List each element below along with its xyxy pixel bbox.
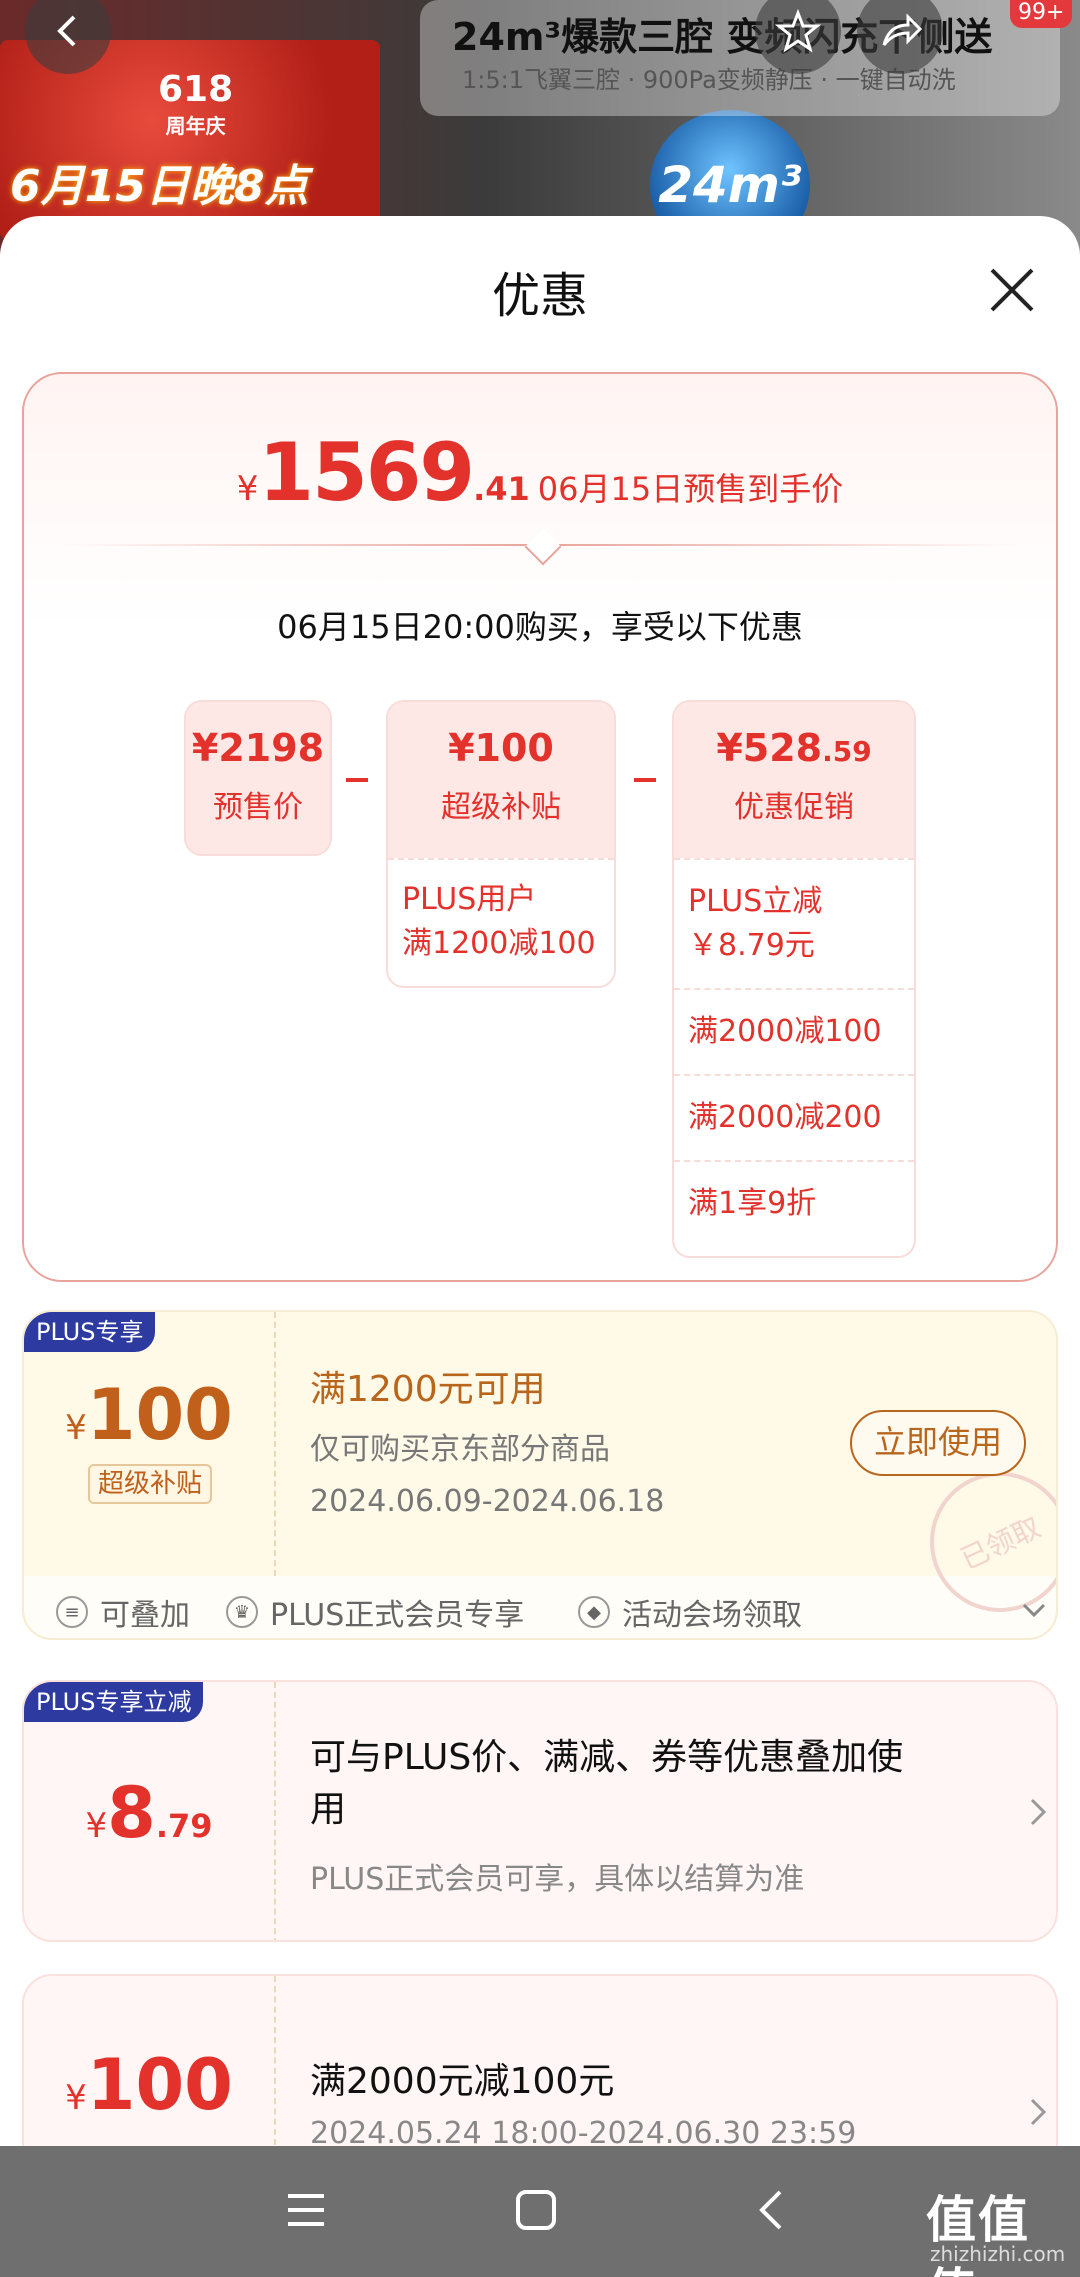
plus-tag: PLUS专享立减 bbox=[24, 1682, 204, 1722]
chevron-right-icon bbox=[1030, 1798, 1047, 1826]
coupon-title: 满1200元可用 bbox=[310, 1369, 546, 1410]
minus-sign bbox=[634, 778, 656, 782]
feature-plus-member: ♛ PLUS正式会员专享 bbox=[226, 1590, 524, 1634]
coupon-amount: ¥100 bbox=[65, 2044, 233, 2126]
banner-date: 6月15日晚8点 bbox=[10, 161, 309, 212]
cart-badge: 99+ bbox=[1010, 0, 1073, 28]
promo-item: 满2000减200 bbox=[674, 1074, 914, 1160]
star-icon bbox=[774, 8, 822, 53]
chevron-right-icon bbox=[1030, 2098, 1047, 2126]
recent-apps-icon[interactable] bbox=[282, 2186, 330, 2234]
final-price: ¥1569.41 06月15日预售到手价 bbox=[24, 426, 1056, 519]
subsidy-item: PLUS用户 满1200减100 bbox=[388, 858, 614, 986]
coupon-card-plus: PLUS专享 ¥100 超级补贴 满1200元可用 仅可购买京东部分商品 202… bbox=[22, 1310, 1058, 1640]
promo-amount: ¥528.59 bbox=[716, 726, 872, 770]
home-icon[interactable] bbox=[512, 2186, 560, 2234]
coupon-amount: ¥100 bbox=[65, 1374, 233, 1456]
close-icon bbox=[990, 268, 1034, 312]
coupon-card-full-reduction[interactable]: ¥100 满2000元减100元 2024.05.24 18:00-2024.0… bbox=[22, 1974, 1058, 2146]
back-icon[interactable] bbox=[748, 2186, 796, 2234]
use-now-button[interactable]: 立即使用 bbox=[850, 1410, 1026, 1476]
price-integer: 1569 bbox=[258, 426, 475, 519]
ticket-icon: ◆ bbox=[578, 1596, 610, 1628]
subsidy-name: 超级补贴 bbox=[441, 790, 561, 825]
coupon-title: 满2000元减100元 bbox=[310, 2061, 615, 2102]
price-breakdown-card: ¥1569.41 06月15日预售到手价 06月15日20:00购买，享受以下优惠… bbox=[22, 372, 1058, 1282]
price-label: 06月15日预售到手价 bbox=[537, 470, 844, 508]
crown-icon: ♛ bbox=[226, 1596, 258, 1628]
subsidy-box: ¥100 超级补贴 PLUS用户 满1200减100 bbox=[386, 700, 616, 988]
currency-symbol: ¥ bbox=[236, 469, 259, 509]
coupon-chip: 超级补贴 bbox=[88, 1464, 212, 1504]
coupon-separator bbox=[274, 1976, 276, 2146]
divider-notch bbox=[524, 528, 562, 566]
coupon-main: PLUS专享 ¥100 超级补贴 满1200元可用 仅可购买京东部分商品 202… bbox=[24, 1312, 1056, 1636]
promo-item: 满1享9折 bbox=[674, 1160, 914, 1246]
promo-item: PLUS立减 ￥8.79元 bbox=[674, 858, 914, 988]
coupon-date: 2024.06.09-2024.06.18 bbox=[310, 1484, 665, 1519]
coupon-card-plus-discount[interactable]: PLUS专享立减 ¥8.79 可与PLUS价、满减、券等优惠叠加使用 PLUS正… bbox=[22, 1680, 1058, 1942]
presale-name: 预售价 bbox=[213, 790, 303, 825]
banner-618: 618 周年庆 bbox=[158, 69, 234, 139]
sheet-title: 优惠 bbox=[491, 268, 588, 324]
coupon-amount: ¥8.79 bbox=[85, 1772, 213, 1854]
subsidy-amount: ¥100 bbox=[448, 726, 554, 770]
coupon-separator bbox=[274, 1312, 276, 1576]
stack-icon: ≡ bbox=[56, 1596, 88, 1628]
presale-price-box: ¥2198 预售价 bbox=[184, 700, 332, 856]
coupon-desc: 2024.05.24 18:00-2024.06.30 23:59 bbox=[310, 2116, 857, 2146]
chevron-left-icon bbox=[57, 15, 76, 47]
coupon-separator bbox=[274, 1682, 276, 1940]
promo-name: 优惠促销 bbox=[734, 790, 854, 825]
discount-sheet: 优惠 ¥1569.41 06月15日预售到手价 06月15日20:00购买，享受以… bbox=[0, 216, 1080, 2146]
coupon-desc: 仅可购买京东部分商品 bbox=[310, 1432, 610, 1467]
chevron-down-icon[interactable] bbox=[1018, 1594, 1050, 1626]
feature-stackable: ≡ 可叠加 bbox=[56, 1590, 190, 1634]
share-icon bbox=[882, 13, 923, 46]
promo-box: ¥528.59 优惠促销 PLUS立减 ￥8.79元 满2000减100 满20… bbox=[672, 700, 916, 1258]
watermark-url: zhizhizhi.com bbox=[930, 2242, 1066, 2266]
close-button[interactable] bbox=[980, 258, 1044, 322]
coupon-features: ≡ 可叠加 ♛ PLUS正式会员专享 ◆ 活动会场领取 bbox=[24, 1576, 1056, 1638]
promo-item: 满2000减100 bbox=[674, 988, 914, 1074]
system-nav-bar: 值值值 zhizhizhi.com bbox=[0, 2146, 1080, 2277]
presale-amount: ¥2198 bbox=[191, 726, 325, 770]
coupon-desc: PLUS正式会员可享，具体以结算为准 bbox=[310, 1862, 805, 1897]
plus-tag: PLUS专享 bbox=[24, 1312, 156, 1352]
price-decimal: .41 bbox=[473, 470, 530, 508]
minus-sign bbox=[346, 778, 368, 782]
coupon-title: 可与PLUS价、满减、券等优惠叠加使用 bbox=[310, 1737, 904, 1830]
buy-note: 06月15日20:00购买，享受以下优惠 bbox=[277, 608, 803, 646]
feature-claim-venue: ◆ 活动会场领取 bbox=[578, 1590, 802, 1634]
